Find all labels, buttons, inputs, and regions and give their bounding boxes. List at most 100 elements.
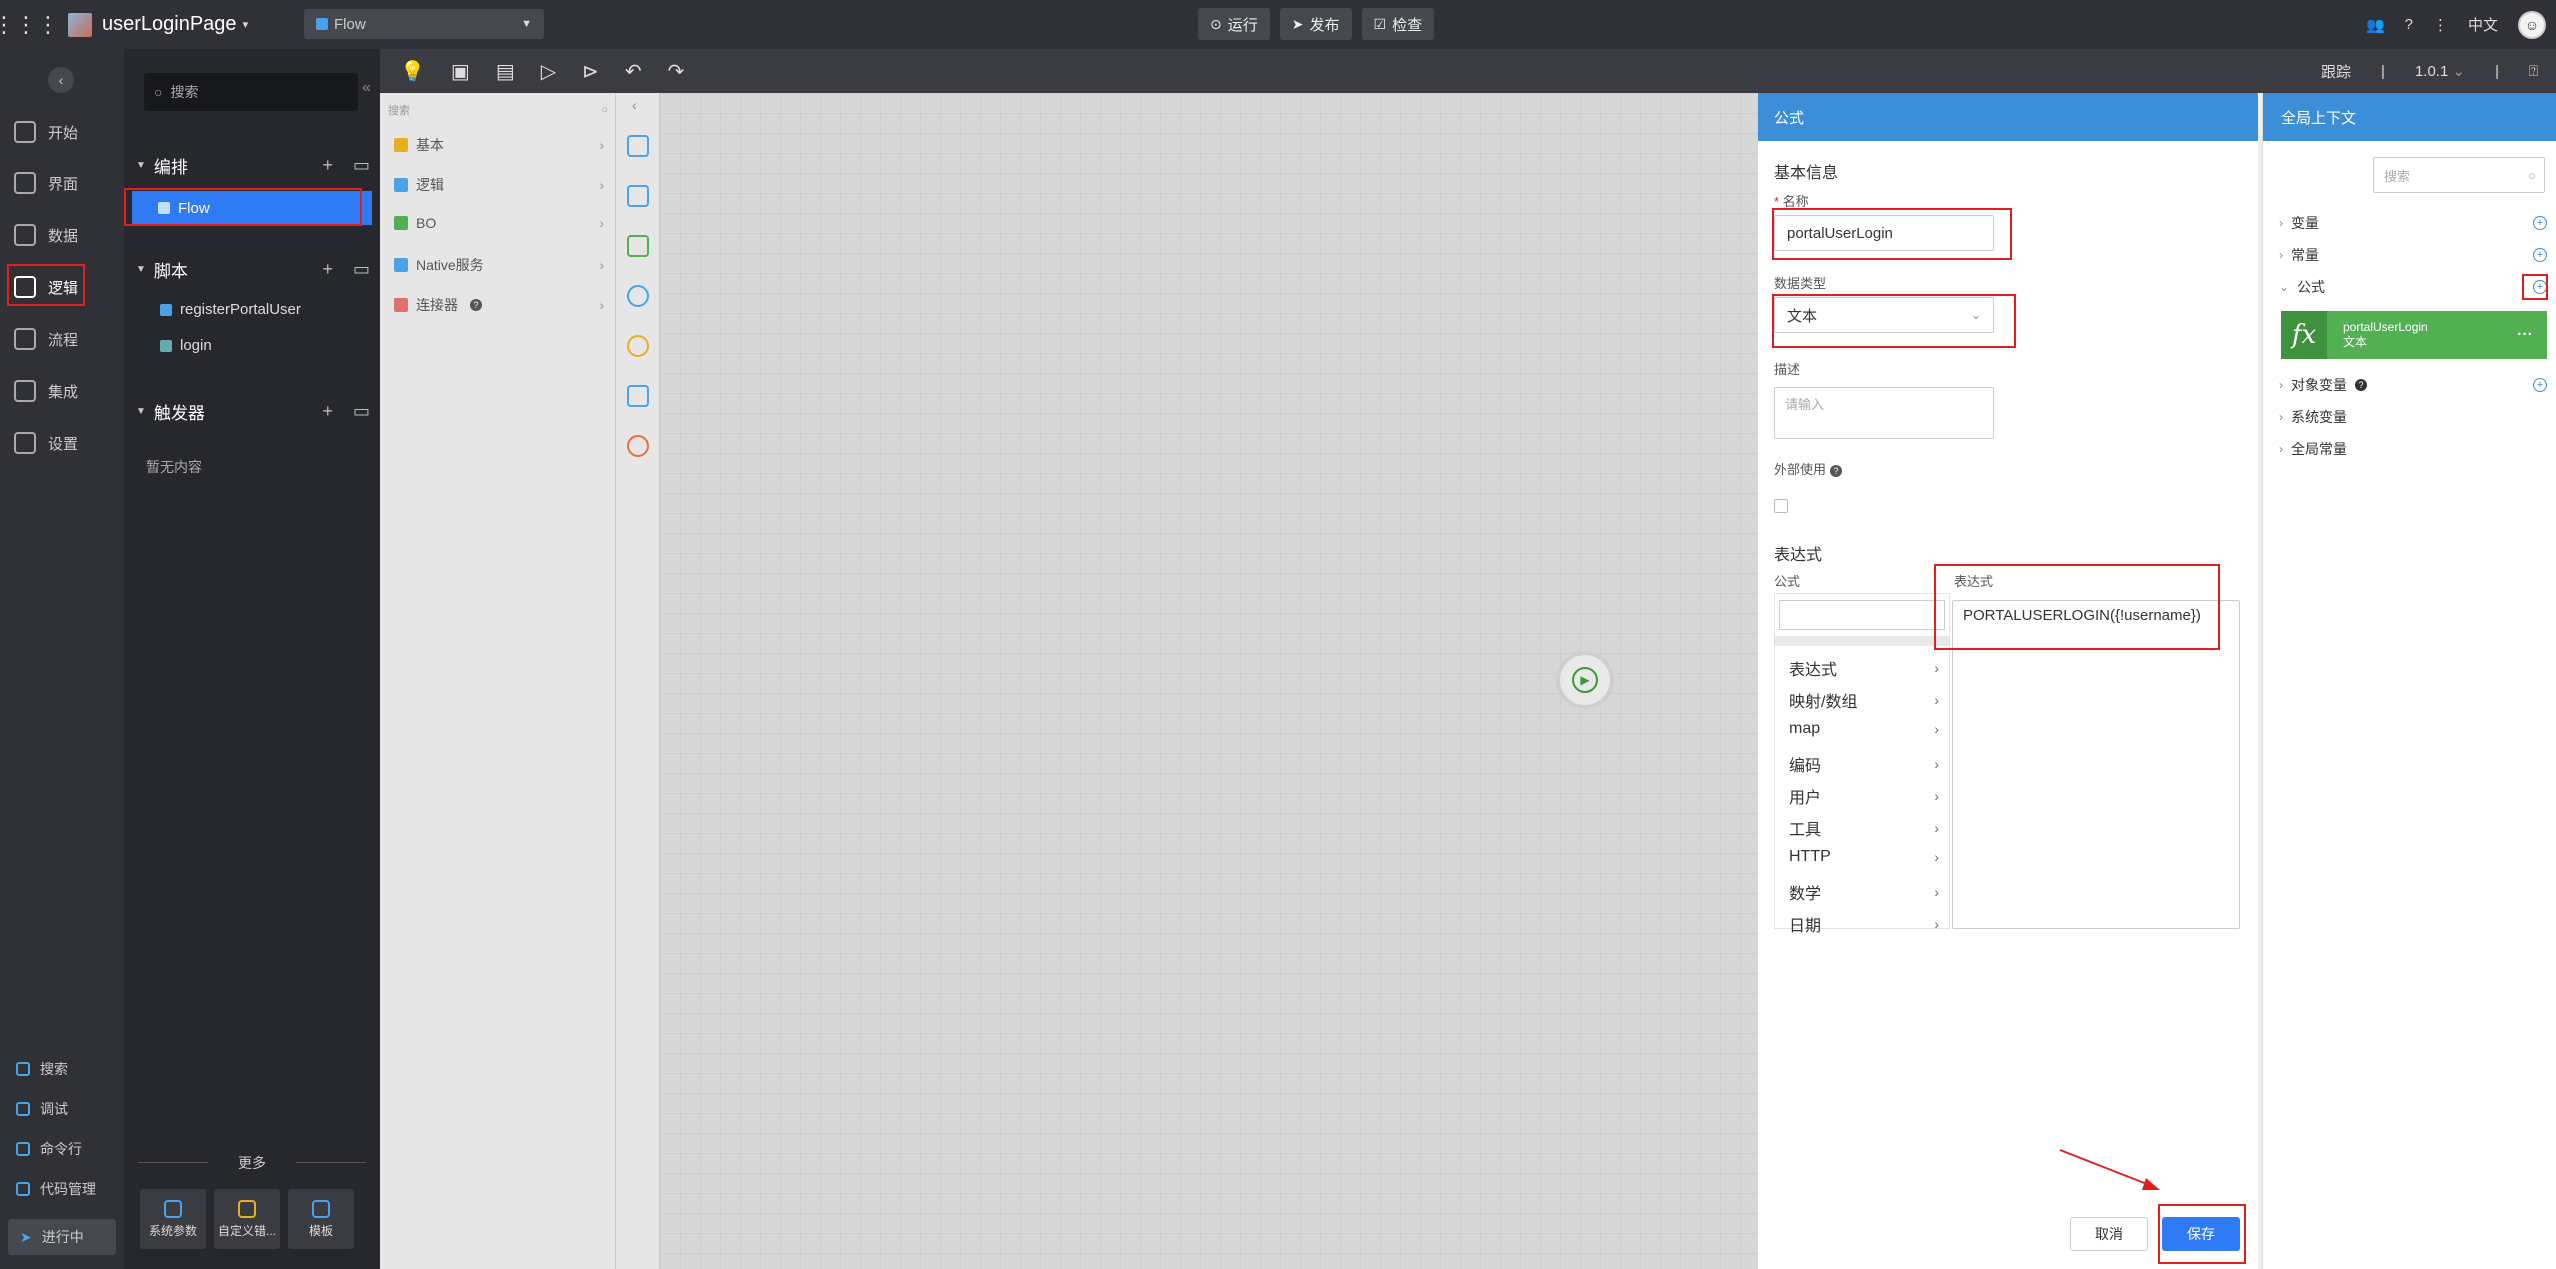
undo-icon[interactable]: ↶ — [625, 59, 642, 84]
function-category-map[interactable]: map › — [1789, 720, 1939, 738]
function-category-tools[interactable]: 工具 › — [1789, 816, 1939, 840]
add-icon[interactable]: + — [2533, 216, 2547, 230]
palette-search-input[interactable]: 搜索 ○ — [388, 99, 608, 121]
running-status-button[interactable]: ➤ 进行中 — [8, 1219, 116, 1255]
external-use-checkbox[interactable] — [1774, 499, 1788, 513]
function-category-map-array[interactable]: 映射/数组 › — [1789, 688, 1939, 712]
tree-item-register-portal-user[interactable]: registerPortalUser — [160, 301, 301, 318]
function-category-math[interactable]: 数学 › — [1789, 880, 1939, 904]
function-category-user[interactable]: 用户 › — [1789, 784, 1939, 808]
nav-label: 搜索 — [40, 1061, 68, 1077]
function-category-date[interactable]: 日期 › — [1789, 912, 1939, 936]
add-icon[interactable]: + — [322, 259, 333, 280]
description-textarea[interactable]: 请输入 — [1774, 387, 1994, 439]
collapse-palette-icon[interactable]: ‹ — [632, 97, 637, 113]
nav-search[interactable]: 搜索 — [16, 1059, 68, 1079]
run-button[interactable]: ⊙ 运行 — [1198, 8, 1270, 40]
template-button[interactable]: 模板 — [288, 1189, 354, 1249]
category-label: 日期 — [1789, 918, 1822, 935]
nav-item-ui[interactable]: 界面 — [0, 160, 124, 206]
hierarchy-node-icon[interactable] — [627, 185, 649, 207]
save-as-icon[interactable]: ▤ — [496, 59, 515, 84]
nav-item-data[interactable]: 数据 — [0, 212, 124, 258]
section-orchestration[interactable]: ▼ 编排 + ▭ — [136, 153, 370, 178]
context-row-object-variables[interactable]: › 对象变量? + — [2279, 375, 2547, 395]
check-button[interactable]: ☑ 检查 — [1361, 8, 1435, 40]
nav-item-start[interactable]: 开始 — [0, 109, 124, 155]
function-search-input[interactable] — [1779, 600, 1945, 630]
move-node-icon[interactable] — [627, 385, 649, 407]
nav-terminal[interactable]: 命令行 — [16, 1139, 82, 1159]
nav-item-process[interactable]: 流程 — [0, 316, 124, 362]
script-node-icon[interactable] — [627, 135, 649, 157]
play-icon[interactable]: ▷ — [541, 59, 556, 84]
users-icon[interactable]: 👥 — [2366, 16, 2385, 34]
nav-debug[interactable]: 调试 — [16, 1099, 68, 1119]
nav-label: 调试 — [40, 1101, 68, 1117]
help-icon[interactable]: ? — [1830, 465, 1843, 477]
more-vertical-icon[interactable]: ⋮ — [2433, 16, 2448, 34]
loop-node-icon[interactable] — [627, 285, 649, 307]
lightbulb-icon[interactable]: 💡 — [400, 59, 425, 84]
palette-item-connector[interactable]: 连接器? › — [394, 295, 604, 315]
section-script[interactable]: ▼ 脚本 + ▭ — [136, 257, 370, 282]
system-params-button[interactable]: 系统参数 — [140, 1189, 206, 1249]
data-node-icon[interactable] — [627, 235, 649, 257]
end-node-icon[interactable] — [627, 435, 649, 457]
nav-code-management[interactable]: 代码管理 — [16, 1179, 96, 1199]
palette-item-basic[interactable]: 基本 › — [394, 135, 604, 155]
palette-item-native-service[interactable]: Native服务 › — [394, 255, 604, 275]
collapse-nav-icon[interactable]: ‹ — [48, 67, 74, 93]
debug-run-icon[interactable]: ⊳ — [582, 59, 599, 84]
section-trigger[interactable]: ▼ 触发器 + ▭ — [136, 399, 370, 424]
folder-icon[interactable]: ▭ — [353, 401, 370, 422]
more-horizontal-icon[interactable]: ··· — [2517, 326, 2533, 344]
help-icon[interactable]: ? — [2355, 379, 2367, 391]
version-select[interactable]: 1.0.1 ⌄ — [2415, 62, 2465, 80]
trace-toggle[interactable]: 跟踪 — [2321, 61, 2351, 82]
publish-button[interactable]: ➤ 发布 — [1279, 8, 1352, 40]
function-category-expression[interactable]: 表达式 › — [1789, 656, 1939, 680]
palette-item-bo[interactable]: BO › — [394, 215, 604, 231]
cancel-button[interactable]: 取消 — [2070, 1217, 2148, 1251]
help-icon[interactable]: ⍰ — [2529, 63, 2538, 80]
add-icon[interactable]: + — [322, 155, 333, 176]
global-search-input[interactable]: 搜索 ○ — [2373, 157, 2545, 193]
page-title-dropdown-icon[interactable]: ▾ — [243, 18, 249, 31]
function-category-encoding[interactable]: 编码 › — [1789, 752, 1939, 776]
context-row-variables[interactable]: › 变量 + — [2279, 213, 2547, 233]
avatar[interactable]: ☺ — [2518, 10, 2546, 39]
language-switch[interactable]: 中文 — [2468, 14, 2498, 35]
custom-error-button[interactable]: 自定义错... — [214, 1189, 280, 1249]
help-icon[interactable]: ? — [2405, 16, 2413, 33]
add-icon[interactable]: + — [2533, 248, 2547, 262]
nav-item-settings[interactable]: 设置 — [0, 420, 124, 466]
context-row-system-variables[interactable]: › 系统变量 — [2279, 407, 2547, 427]
add-icon[interactable]: + — [322, 401, 333, 422]
function-category-http[interactable]: HTTP › — [1789, 848, 1939, 866]
palette-item-logic[interactable]: 逻辑 › — [394, 175, 604, 195]
save-icon[interactable]: ▣ — [451, 59, 470, 84]
formula-card[interactable]: fx portalUserLogin 文本 ··· — [2281, 311, 2547, 359]
context-row-global-constants[interactable]: › 全局常量 — [2279, 439, 2547, 459]
context-row-constants[interactable]: › 常量 + — [2279, 245, 2547, 265]
apps-grid-icon[interactable]: ⋮⋮⋮ — [0, 0, 59, 49]
flow-selector[interactable]: Flow ▼ — [304, 9, 544, 39]
flow-icon — [316, 18, 328, 30]
search-icon: ○ — [601, 104, 608, 116]
function-list-header-bar — [1775, 636, 1949, 646]
flow-canvas[interactable]: ▶ — [660, 93, 1758, 1269]
tree-item-login[interactable]: login — [160, 337, 212, 354]
collapse-panel-icon[interactable]: « — [362, 79, 371, 97]
folder-icon[interactable]: ▭ — [353, 259, 370, 280]
page-title[interactable]: userLoginPage — [102, 13, 237, 36]
explorer-search-input[interactable]: ○ 搜索 — [144, 73, 358, 111]
folder-icon[interactable]: ▭ — [353, 155, 370, 176]
start-node[interactable]: ▶ — [1560, 655, 1610, 705]
context-row-formulas[interactable]: ⌄ 公式 + — [2279, 277, 2547, 297]
redo-icon[interactable]: ↷ — [668, 59, 685, 84]
search-placeholder: 搜索 — [388, 105, 410, 117]
nav-item-integration[interactable]: 集成 — [0, 368, 124, 414]
pause-node-icon[interactable] — [627, 335, 649, 357]
add-icon[interactable]: + — [2533, 378, 2547, 392]
